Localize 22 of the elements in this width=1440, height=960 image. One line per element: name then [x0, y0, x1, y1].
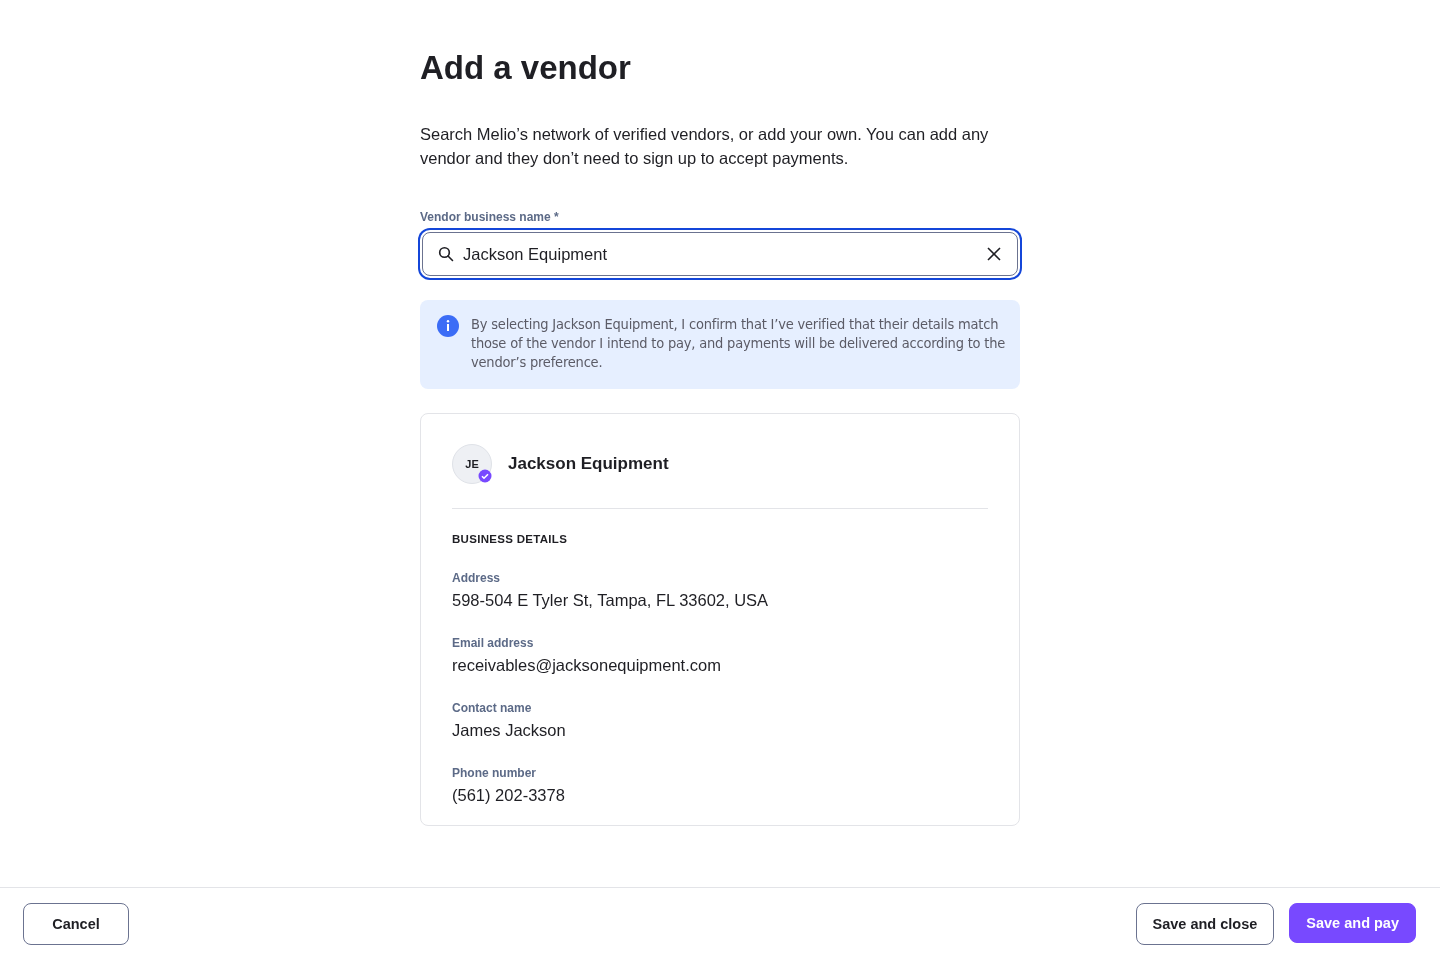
info-icon: [437, 315, 459, 337]
detail-label: Phone number: [452, 766, 537, 780]
info-text: By selecting Jackson Equipment, I confirm that I’ve verified that their details match those of the vendor I intend to pay, and payments will be delivered according to the vendor’s preference.: [471, 315, 1007, 372]
save-and-close-button[interactable]: Save and close: [1135, 903, 1275, 945]
detail-label: Email address: [452, 636, 535, 650]
cancel-button[interactable]: Cancel: [23, 903, 129, 945]
detail-value: 598-504 E Tyler St, Tampa, FL 33602, USA: [452, 591, 770, 610]
vendor-name: Jackson Equipment: [508, 454, 669, 474]
field-label: Vendor business name *: [420, 210, 560, 224]
section-title: BUSINESS DETAILS: [452, 533, 569, 545]
search-icon: [438, 246, 454, 262]
page-title: Add a vendor: [420, 48, 632, 88]
close-icon[interactable]: [987, 247, 1001, 261]
detail-value: James Jackson: [452, 721, 567, 740]
detail-value: (561) 202-3378: [452, 786, 566, 805]
vendor-search-field[interactable]: Jackson Equipment: [422, 232, 1018, 276]
detail-label: Address: [452, 571, 502, 585]
detail-label: Contact name: [452, 701, 533, 715]
detail-value: receivables@jacksonequipment.com: [452, 656, 722, 675]
save-and-pay-button[interactable]: Save and pay: [1289, 903, 1416, 943]
intro-text: Search Melio’s network of verified vendors, or add your own. You can add any vendor and they don’t need to sign up to accept payments.: [420, 124, 990, 169]
vendor-initials: JE: [465, 458, 479, 470]
